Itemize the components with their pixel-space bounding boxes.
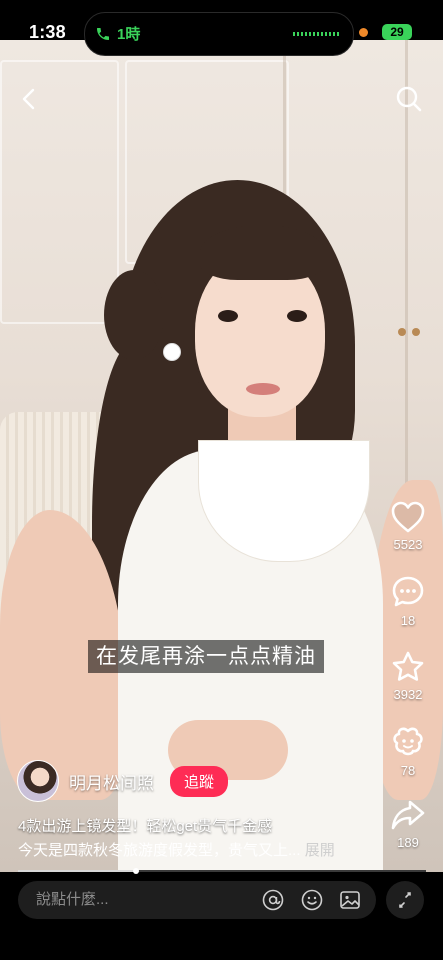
star-icon bbox=[392, 651, 424, 681]
gift-button[interactable]: 78 bbox=[383, 724, 433, 778]
gift-icon bbox=[393, 727, 423, 756]
like-count: 5523 bbox=[393, 537, 423, 552]
search-button[interactable] bbox=[394, 84, 424, 114]
call-duration: 1時 bbox=[117, 26, 141, 43]
bangs bbox=[200, 225, 325, 280]
gift-count: 78 bbox=[400, 763, 416, 778]
progress-handle[interactable] bbox=[133, 868, 140, 874]
lips bbox=[246, 383, 280, 395]
phone-icon bbox=[97, 27, 109, 40]
earring bbox=[163, 343, 181, 361]
video-description[interactable]: 今天是四款秋冬旅游度假发型，贵气又上... 展開 bbox=[18, 839, 335, 860]
audio-waveform bbox=[293, 32, 339, 36]
favorite-button[interactable]: 3932 bbox=[383, 650, 433, 702]
video-progress-bar[interactable] bbox=[18, 868, 426, 874]
hair-bow bbox=[104, 270, 164, 360]
emoji-icon[interactable] bbox=[301, 889, 323, 911]
share-button[interactable]: 189 bbox=[383, 798, 433, 850]
door-knob bbox=[412, 328, 420, 336]
progress-fill bbox=[18, 870, 137, 872]
back-arrow-icon bbox=[22, 88, 35, 110]
mic-indicator bbox=[359, 28, 368, 37]
search-icon bbox=[396, 86, 422, 112]
at-icon[interactable] bbox=[262, 889, 284, 911]
comment-icon bbox=[392, 576, 424, 607]
image-icon[interactable] bbox=[339, 889, 361, 911]
comment-bar[interactable]: 說點什麼... bbox=[18, 881, 376, 919]
video-subtitle: 在发尾再涂一点点精油 bbox=[88, 640, 324, 673]
expand-link[interactable]: 展開 bbox=[305, 842, 335, 859]
video-player[interactable] bbox=[0, 40, 443, 872]
back-button[interactable] bbox=[14, 84, 44, 114]
battery-indicator: 29 bbox=[382, 24, 412, 40]
status-time: 1:38 bbox=[29, 22, 66, 42]
comment-input[interactable]: 說點什麼... bbox=[36, 881, 109, 919]
call-indicator: 1時 bbox=[95, 23, 140, 44]
door-knob bbox=[398, 328, 406, 336]
avatar[interactable] bbox=[17, 760, 59, 802]
favorite-count: 3932 bbox=[393, 687, 423, 702]
heart-icon bbox=[391, 501, 425, 533]
author-name[interactable]: 明月松间照 bbox=[69, 769, 154, 794]
video-topic[interactable]: 4款出游上镜发型！轻松get贵气千金感 bbox=[18, 815, 272, 836]
fullscreen-button[interactable] bbox=[386, 881, 424, 919]
eye bbox=[218, 310, 238, 322]
like-button[interactable]: 5523 bbox=[383, 500, 433, 552]
share-icon bbox=[391, 800, 425, 830]
comment-button[interactable]: 18 bbox=[383, 574, 433, 628]
comment-count: 18 bbox=[400, 613, 416, 628]
author-row: 明月松间照 追蹤 bbox=[17, 760, 229, 802]
follow-button[interactable]: 追蹤 bbox=[170, 765, 229, 797]
share-count: 189 bbox=[397, 835, 419, 850]
dynamic-island-call[interactable]: 1時 bbox=[84, 12, 354, 56]
eye bbox=[287, 310, 307, 322]
expand-icon bbox=[399, 892, 411, 908]
description-text: 今天是四款秋冬旅游度假发型，贵气又上... bbox=[18, 842, 301, 859]
